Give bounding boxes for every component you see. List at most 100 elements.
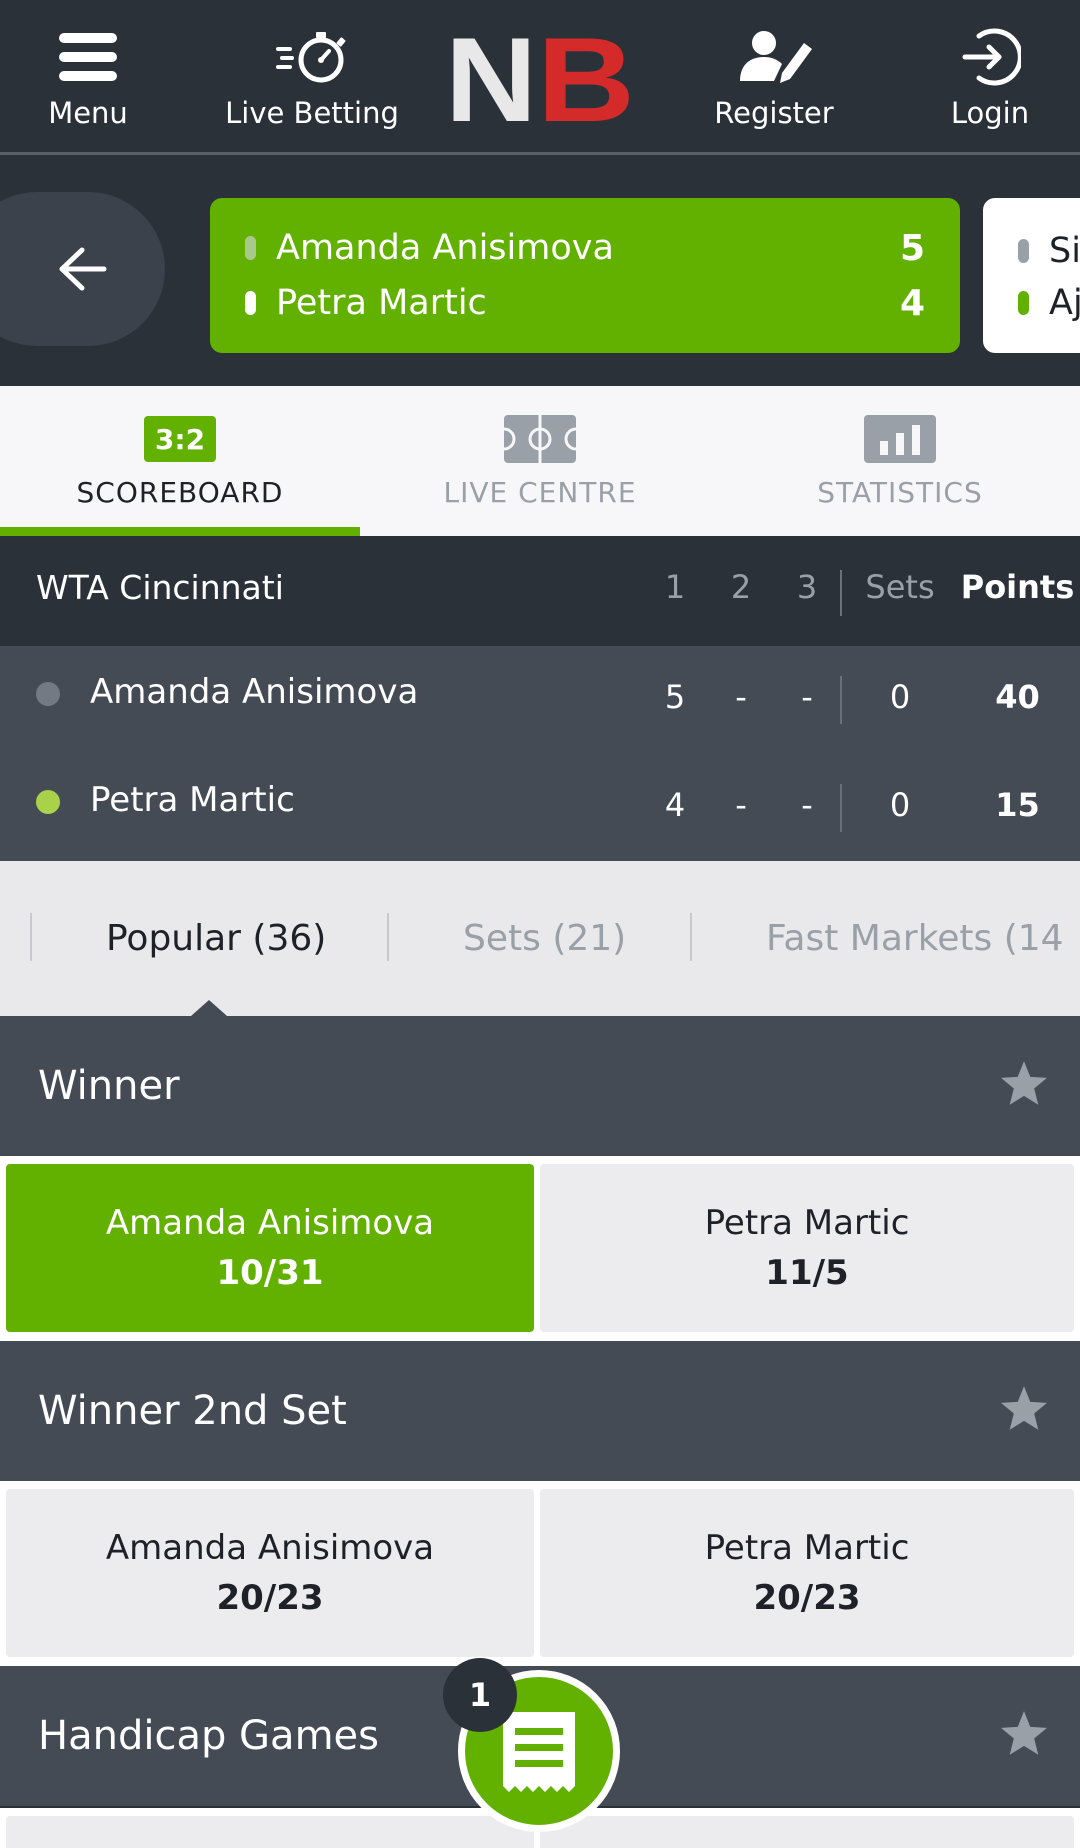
player-name: Amanda Anisimova bbox=[90, 672, 419, 712]
odds-selection-name: Petra Martic bbox=[704, 1203, 910, 1243]
odds-button-selected[interactable]: Amanda Anisimova 10/31 bbox=[6, 1164, 534, 1332]
filter-popular[interactable]: Popular (36) bbox=[106, 861, 326, 1016]
tab-scoreboard[interactable]: 3:2 SCOREBOARD bbox=[0, 386, 360, 536]
tab-label: LIVE CENTRE bbox=[443, 476, 637, 509]
market-header-winner-2nd-set[interactable]: Winner 2nd Set bbox=[0, 1341, 1080, 1481]
player1-name: Amanda Anisimova bbox=[276, 228, 614, 268]
col-set-3: 3 bbox=[796, 568, 818, 606]
current-match-card[interactable]: Amanda Anisimova 5 Petra Martic 4 bbox=[210, 198, 960, 353]
col-divider bbox=[840, 784, 842, 832]
user-edit-icon bbox=[734, 22, 814, 92]
points-score: 15 bbox=[995, 786, 1040, 824]
top-header: Menu Live Betting N B Register Login bbox=[0, 0, 1080, 155]
svg-text:B: B bbox=[537, 26, 635, 130]
col-set-1: 1 bbox=[664, 568, 686, 606]
login-button[interactable]: Login bbox=[930, 22, 1050, 137]
player1-score: 5 bbox=[899, 227, 925, 269]
svg-text:N: N bbox=[445, 26, 537, 130]
back-button[interactable] bbox=[0, 192, 165, 346]
active-filter-caret bbox=[191, 1000, 227, 1016]
points-score: 40 bbox=[995, 678, 1040, 716]
filter-fast-markets[interactable]: Fast Markets (14 bbox=[766, 861, 1064, 1016]
market-title: Winner bbox=[38, 1063, 180, 1109]
tab-label: STATISTICS bbox=[817, 476, 983, 509]
filter-sets[interactable]: Sets (21) bbox=[463, 861, 626, 1016]
live-betting-button[interactable]: Live Betting bbox=[222, 22, 402, 137]
odds-selection-name: Petra Martic bbox=[704, 1528, 910, 1568]
odds-value: 20/23 bbox=[753, 1578, 861, 1618]
set1-score: 4 bbox=[664, 786, 686, 824]
tab-label: SCOREBOARD bbox=[76, 476, 284, 509]
filter-divider bbox=[690, 913, 692, 961]
player2-name: Aj bbox=[1049, 283, 1080, 323]
favorite-star-icon[interactable] bbox=[998, 1709, 1050, 1763]
arrow-left-icon bbox=[59, 247, 106, 291]
odds-button[interactable]: Petra Martic 11/5 bbox=[540, 1164, 1074, 1332]
tab-live-centre[interactable]: LIVE CENTRE bbox=[360, 386, 720, 536]
serve-indicator bbox=[245, 291, 256, 315]
tab-statistics[interactable]: STATISTICS bbox=[720, 386, 1080, 536]
odds-selection-name: Amanda Anisimova bbox=[105, 1528, 435, 1568]
serve-dot bbox=[36, 682, 60, 706]
login-icon bbox=[959, 22, 1021, 92]
market-odds-winner-2nd-set: Amanda Anisimova 20/23 Petra Martic 20/2… bbox=[0, 1481, 1080, 1666]
set3-score: - bbox=[801, 678, 813, 716]
match-player-row: Aj bbox=[1018, 278, 1080, 328]
odds-value: 10/31 bbox=[216, 1253, 324, 1293]
live-betting-label: Live Betting bbox=[225, 96, 399, 130]
player1-name: Si bbox=[1049, 231, 1080, 271]
odds-button[interactable]: Amanda Anisimova 20/23 bbox=[6, 1489, 534, 1657]
set2-score: - bbox=[735, 786, 747, 824]
col-points: Points bbox=[960, 568, 1075, 606]
set3-score: - bbox=[801, 786, 813, 824]
player-name: Petra Martic bbox=[90, 780, 295, 820]
match-player-row: Si bbox=[1018, 226, 1080, 276]
register-label: Register bbox=[714, 96, 834, 130]
col-sets: Sets bbox=[865, 568, 935, 606]
nb-logo[interactable]: N B bbox=[445, 13, 635, 147]
bar-chart-icon bbox=[864, 414, 936, 464]
stopwatch-icon bbox=[274, 22, 350, 92]
match-player-row: Petra Martic 4 bbox=[245, 278, 925, 328]
serve-indicator bbox=[1018, 239, 1029, 263]
market-filter-bar: Popular (36) Sets (21) Fast Markets (14 bbox=[0, 861, 1080, 1016]
filter-divider bbox=[30, 913, 32, 961]
odds-button[interactable]: Petra Martic 20/23 bbox=[540, 1489, 1074, 1657]
odds-value: 11/5 bbox=[765, 1253, 849, 1293]
odds-button[interactable] bbox=[540, 1816, 1074, 1848]
col-set-2: 2 bbox=[730, 568, 752, 606]
match-tabs: 3:2 SCOREBOARD LIVE CENTRE STATISTICS bbox=[0, 386, 1080, 536]
odds-button[interactable] bbox=[6, 1816, 534, 1848]
hamburger-icon bbox=[59, 22, 117, 92]
betslip-count-badge: 1 bbox=[443, 1658, 517, 1732]
col-divider bbox=[840, 676, 842, 724]
menu-button[interactable]: Menu bbox=[28, 22, 148, 137]
next-match-card[interactable]: Si Aj bbox=[983, 198, 1080, 353]
favorite-star-icon[interactable] bbox=[998, 1059, 1050, 1113]
filter-divider bbox=[387, 913, 389, 961]
set1-score: 5 bbox=[664, 678, 686, 716]
live-match-strip: Amanda Anisimova 5 Petra Martic 4 Si Aj bbox=[0, 158, 1080, 384]
market-odds-winner: Amanda Anisimova 10/31 Petra Martic 11/5 bbox=[0, 1156, 1080, 1341]
col-divider bbox=[840, 570, 842, 616]
register-button[interactable]: Register bbox=[706, 22, 842, 137]
receipt-icon bbox=[503, 1712, 575, 1792]
court-icon bbox=[504, 414, 576, 464]
market-header-winner[interactable]: Winner bbox=[0, 1016, 1080, 1156]
odds-selection-name: Amanda Anisimova bbox=[105, 1203, 435, 1243]
serve-indicator bbox=[1018, 291, 1029, 315]
favorite-star-icon[interactable] bbox=[998, 1384, 1050, 1438]
market-title: Winner 2nd Set bbox=[38, 1388, 347, 1434]
scoreboard-body: Amanda Anisimova 5 - - 0 40 Petra Martic… bbox=[0, 646, 1080, 861]
match-player-row: Amanda Anisimova 5 bbox=[245, 223, 925, 273]
scoreboard-header: WTA Cincinnati 1 2 3 Sets Points bbox=[0, 536, 1080, 646]
odds-value: 20/23 bbox=[216, 1578, 324, 1618]
menu-label: Menu bbox=[48, 96, 128, 130]
serve-indicator bbox=[245, 236, 256, 260]
serve-dot bbox=[36, 790, 60, 814]
sets-score: 0 bbox=[889, 786, 911, 824]
player2-name: Petra Martic bbox=[276, 283, 487, 323]
login-label: Login bbox=[950, 96, 1030, 130]
scoreboard-badge: 3:2 bbox=[144, 416, 216, 462]
sets-score: 0 bbox=[889, 678, 911, 716]
